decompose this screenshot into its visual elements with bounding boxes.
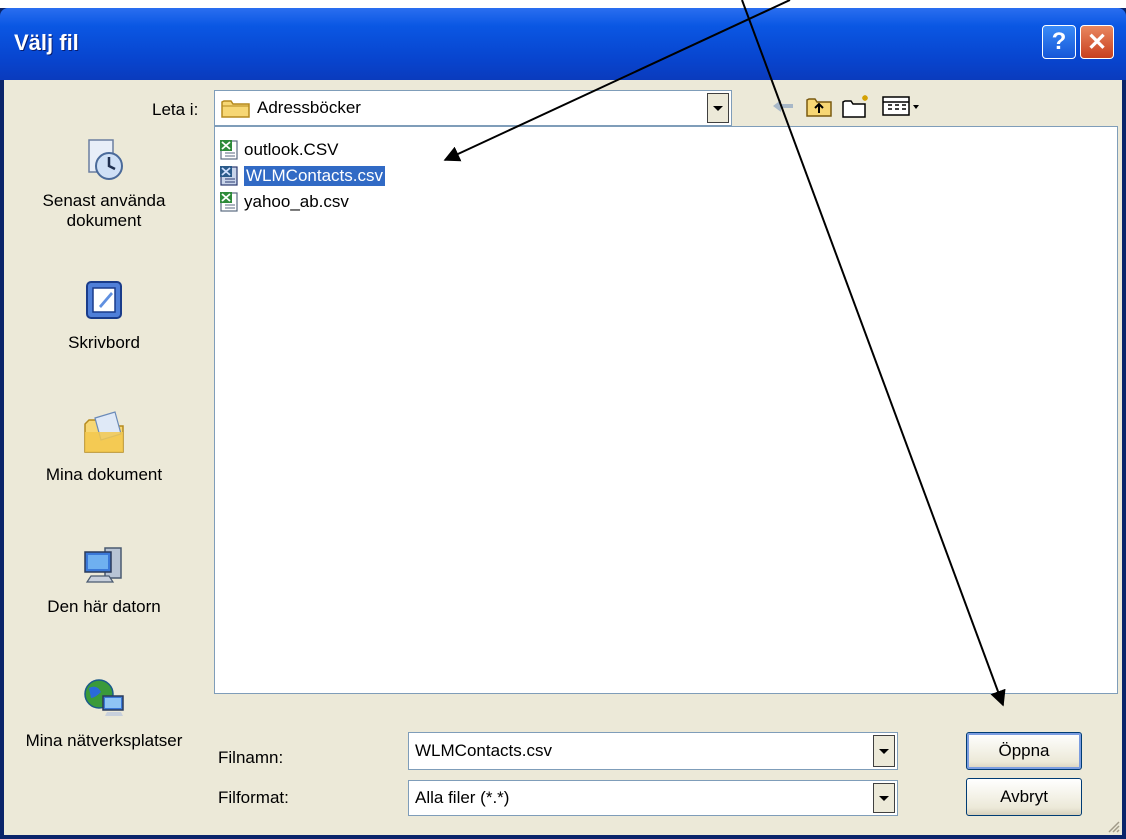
annotation-arrow-to-file [443,0,791,162]
annotation-arrow-to-open-button [741,0,1006,707]
annotation-arrows [443,0,1006,707]
